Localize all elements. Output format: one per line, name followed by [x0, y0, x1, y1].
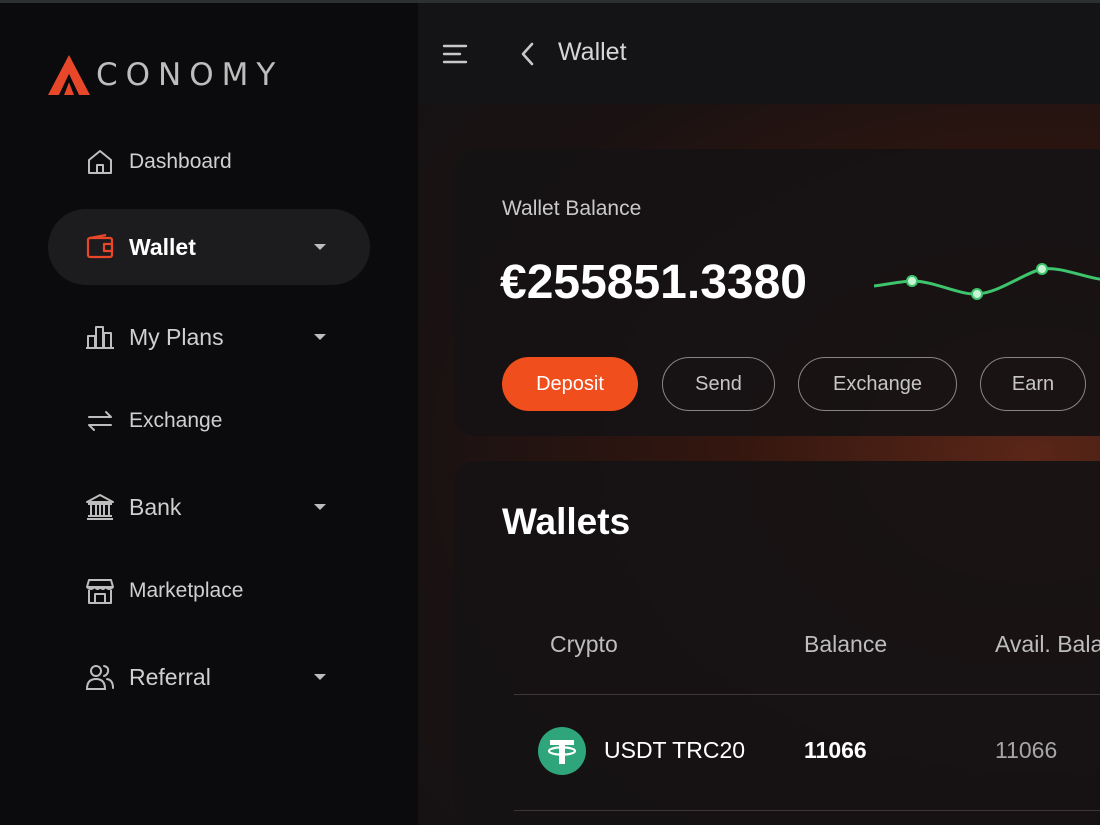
- brand-name: CONOMY: [96, 57, 284, 93]
- column-header-crypto: Crypto: [550, 631, 618, 657]
- wallet-crypto-name: USDT TRC20: [604, 737, 746, 763]
- wallets-card: Wallets Crypto Balance Avail. Bala USDT …: [454, 461, 1100, 825]
- chevron-down-icon: [314, 504, 326, 510]
- sidebar-item-dashboard[interactable]: Dashboard: [48, 124, 370, 200]
- sidebar-item-my-plans[interactable]: My Plans: [48, 299, 370, 375]
- bar-chart-icon: [84, 321, 116, 353]
- bank-icon: [84, 491, 116, 523]
- menu-icon[interactable]: [440, 39, 470, 69]
- sidebar: CONOMY Dashboard Wallet My Plans Exchang…: [0, 3, 418, 825]
- sidebar-item-label: Dashboard: [129, 150, 232, 173]
- balance-card: Wallet Balance €255851.3380 Deposit Send…: [454, 149, 1100, 436]
- balance-sparkline: [874, 263, 1100, 300]
- sidebar-item-label: My Plans: [129, 323, 224, 350]
- top-bar: Wallet: [418, 3, 1100, 104]
- sidebar-item-label: Bank: [129, 493, 182, 520]
- wallet-balance: 11066: [804, 737, 867, 763]
- brand-logo[interactable]: CONOMY: [46, 51, 283, 99]
- chevron-down-icon: [314, 244, 326, 250]
- sidebar-item-label: Referral: [129, 663, 211, 690]
- chevron-left-icon[interactable]: [516, 39, 542, 69]
- users-icon: [84, 661, 116, 693]
- wallet-icon: [84, 231, 116, 263]
- table-row-divider: [514, 810, 1100, 811]
- sidebar-item-exchange[interactable]: Exchange: [48, 383, 370, 459]
- wallet-available-balance: 11066: [995, 737, 1058, 763]
- sidebar-item-label: Exchange: [129, 409, 223, 432]
- main-content: Wallet Wallet Balance €255851.3380 Depos…: [418, 3, 1100, 825]
- balance-value: €255851.3380: [500, 256, 807, 309]
- deposit-button[interactable]: Deposit: [502, 357, 638, 411]
- swap-arrows-icon: [84, 405, 116, 437]
- send-button[interactable]: Send: [662, 357, 775, 411]
- exchange-button[interactable]: Exchange: [798, 357, 957, 411]
- wallets-title: Wallets: [502, 501, 631, 542]
- column-header-avail-balance: Avail. Bala: [995, 631, 1100, 657]
- column-header-balance: Balance: [804, 631, 888, 657]
- table-header-divider: [514, 694, 1100, 695]
- page-title: Wallet: [558, 38, 627, 66]
- chevron-down-icon: [314, 334, 326, 340]
- home-icon: [84, 146, 116, 178]
- balance-label: Wallet Balance: [502, 197, 642, 220]
- store-icon: [84, 575, 116, 607]
- chevron-down-icon: [314, 674, 326, 680]
- sidebar-item-label: Marketplace: [129, 579, 244, 602]
- earn-button[interactable]: Earn: [980, 357, 1086, 411]
- tether-icon: [538, 727, 586, 775]
- sidebar-item-marketplace[interactable]: Marketplace: [48, 553, 370, 629]
- sidebar-item-wallet[interactable]: Wallet: [48, 209, 370, 285]
- sidebar-item-bank[interactable]: Bank: [48, 469, 370, 545]
- sidebar-item-referral[interactable]: Referral: [48, 639, 370, 715]
- aconomy-logo-icon: [48, 55, 90, 95]
- sidebar-item-label: Wallet: [129, 233, 196, 260]
